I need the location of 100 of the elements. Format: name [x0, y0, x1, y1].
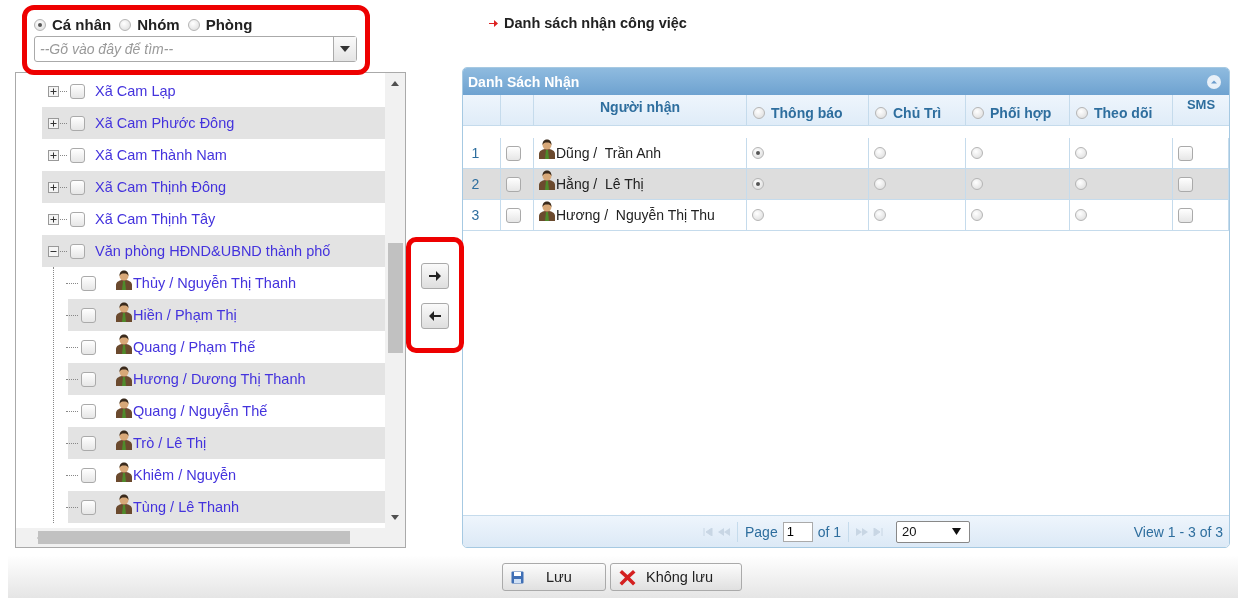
tree-label[interactable]: Khiêm / Nguyễn: [133, 467, 237, 483]
checkbox[interactable]: [1178, 176, 1193, 192]
checkbox[interactable]: [70, 211, 85, 227]
checkbox[interactable]: [70, 83, 85, 99]
checkbox[interactable]: [81, 371, 96, 387]
row-number: 2: [471, 176, 480, 192]
checkbox[interactable]: [70, 179, 85, 195]
grid-row[interactable]: 3 Hương / Nguyễn Thị Thu: [463, 200, 1229, 231]
column-header[interactable]: SMS: [1186, 97, 1216, 112]
tree-row[interactable]: Văn phòng HĐND&UBND thành phố: [42, 235, 385, 267]
tree-label[interactable]: Quang / Phạm Thế: [133, 339, 256, 355]
radio-button[interactable]: [972, 107, 984, 119]
option-label[interactable]: Phòng: [205, 16, 253, 33]
radio-button[interactable]: [875, 107, 887, 119]
expand-icon[interactable]: [48, 117, 59, 129]
tree-label[interactable]: Văn phòng HĐND&UBND thành phố: [95, 243, 331, 259]
first-page-icon[interactable]: [703, 527, 713, 536]
radio-button[interactable]: [1075, 209, 1087, 221]
page-size-select[interactable]: 20: [896, 520, 971, 543]
tree-row[interactable]: Trò / Lê Thị: [68, 427, 385, 459]
radio-button[interactable]: [1075, 178, 1087, 190]
tree-label[interactable]: Xã Cam Thịnh Đông: [95, 179, 227, 195]
radio-button[interactable]: [1076, 107, 1088, 119]
tree-row[interactable]: Xã Cam Thành Nam: [42, 139, 385, 171]
option-label[interactable]: Nhóm: [137, 16, 180, 33]
expand-icon[interactable]: [48, 181, 59, 193]
checkbox[interactable]: [70, 147, 85, 163]
tree-label[interactable]: Tùng / Lê Thanh: [133, 499, 240, 515]
expand-icon[interactable]: [48, 213, 59, 225]
tree-label[interactable]: Hương / Dương Thị Thanh: [133, 371, 306, 387]
column-header[interactable]: Thông báo: [771, 105, 843, 121]
column-header[interactable]: Chủ Trì: [893, 105, 942, 121]
radio-button[interactable]: [874, 178, 886, 190]
radio-button[interactable]: [119, 18, 132, 31]
radio-button[interactable]: [971, 178, 983, 190]
horizontal-scrollbar[interactable]: [16, 528, 405, 547]
checkbox[interactable]: [81, 467, 96, 483]
tree-label[interactable]: Trò / Lê Thị: [133, 435, 207, 451]
radio-button[interactable]: [874, 147, 886, 159]
collapse-icon[interactable]: [48, 245, 59, 257]
tree-label[interactable]: Hiền / Phạm Thị: [133, 307, 237, 323]
save-button[interactable]: Lưu: [502, 563, 606, 591]
last-page-icon[interactable]: [873, 527, 884, 536]
tree-row[interactable]: Tùng / Lê Thanh: [68, 491, 385, 523]
tree-label[interactable]: Xã Cam Thành Nam: [95, 147, 227, 163]
tree-row[interactable]: Hương / Dương Thị Thanh: [68, 363, 385, 395]
checkbox[interactable]: [81, 403, 96, 419]
previous-page-icon[interactable]: [718, 527, 730, 536]
checkbox[interactable]: [70, 115, 85, 131]
column-header[interactable]: Theo dõi: [1094, 105, 1153, 121]
checkbox[interactable]: [81, 435, 96, 451]
tree-row[interactable]: Thủy / Nguyễn Thị Thanh: [68, 267, 385, 299]
radio-button[interactable]: [1075, 147, 1087, 159]
tree-row[interactable]: Xã Cam Thịnh Đông: [42, 171, 385, 203]
page-input[interactable]: 1: [782, 521, 813, 542]
radio-button[interactable]: [971, 209, 983, 221]
tree-label[interactable]: Xã Cam Thịnh Tây: [95, 211, 216, 227]
tree-row[interactable]: Quang / Phạm Thế: [68, 331, 385, 363]
radio-button[interactable]: [752, 178, 764, 190]
checkbox[interactable]: [506, 145, 521, 161]
remove-button[interactable]: [421, 303, 449, 329]
checkbox[interactable]: [81, 307, 96, 323]
add-button[interactable]: [421, 263, 449, 289]
radio-button[interactable]: [187, 18, 200, 31]
person-icon: [115, 462, 133, 482]
tree-row[interactable]: Quang / Nguyễn Thế: [68, 395, 385, 427]
tree-row[interactable]: Xã Cam Lạp: [42, 75, 385, 107]
column-header[interactable]: Người nhận: [600, 99, 680, 115]
tree-label[interactable]: Thủy / Nguyễn Thị Thanh: [133, 275, 297, 291]
checkbox[interactable]: [81, 339, 96, 355]
tree-row[interactable]: Xã Cam Thịnh Tây: [42, 203, 385, 235]
arrow-icon: [489, 19, 498, 27]
checkbox[interactable]: [81, 275, 96, 291]
next-page-icon[interactable]: [856, 527, 869, 536]
checkbox[interactable]: [81, 499, 96, 515]
checkbox[interactable]: [506, 207, 521, 223]
vertical-scrollbar[interactable]: [385, 73, 405, 528]
expand-icon[interactable]: [48, 149, 59, 161]
grid-row[interactable]: 2 Hằng / Lê Thị: [463, 169, 1229, 200]
radio-button[interactable]: [752, 209, 764, 221]
checkbox[interactable]: [1178, 207, 1193, 223]
expand-icon[interactable]: [48, 85, 59, 97]
tree-label[interactable]: Quang / Nguyễn Thế: [133, 403, 268, 419]
radio-button[interactable]: [753, 107, 765, 119]
option-label[interactable]: Cá nhân: [52, 16, 112, 33]
radio-button[interactable]: [874, 209, 886, 221]
tree-label[interactable]: Xã Cam Lạp: [95, 83, 176, 99]
cancel-button[interactable]: Không lưu: [610, 563, 742, 591]
checkbox[interactable]: [70, 243, 85, 259]
tree-row[interactable]: Khiêm / Nguyễn: [68, 459, 385, 491]
tree-row[interactable]: Hiền / Phạm Thị: [68, 299, 385, 331]
radio-button[interactable]: [752, 147, 764, 159]
checkbox[interactable]: [506, 176, 521, 192]
tree-row[interactable]: Xã Cam Phước Đông: [42, 107, 385, 139]
dropdown-button[interactable]: [333, 37, 356, 61]
column-header[interactable]: Phối hợp: [990, 105, 1052, 121]
tree-label[interactable]: Xã Cam Phước Đông: [95, 115, 235, 131]
radio-button[interactable]: [971, 147, 983, 159]
radio-button[interactable]: [34, 18, 46, 31]
checkbox[interactable]: [1178, 145, 1193, 161]
